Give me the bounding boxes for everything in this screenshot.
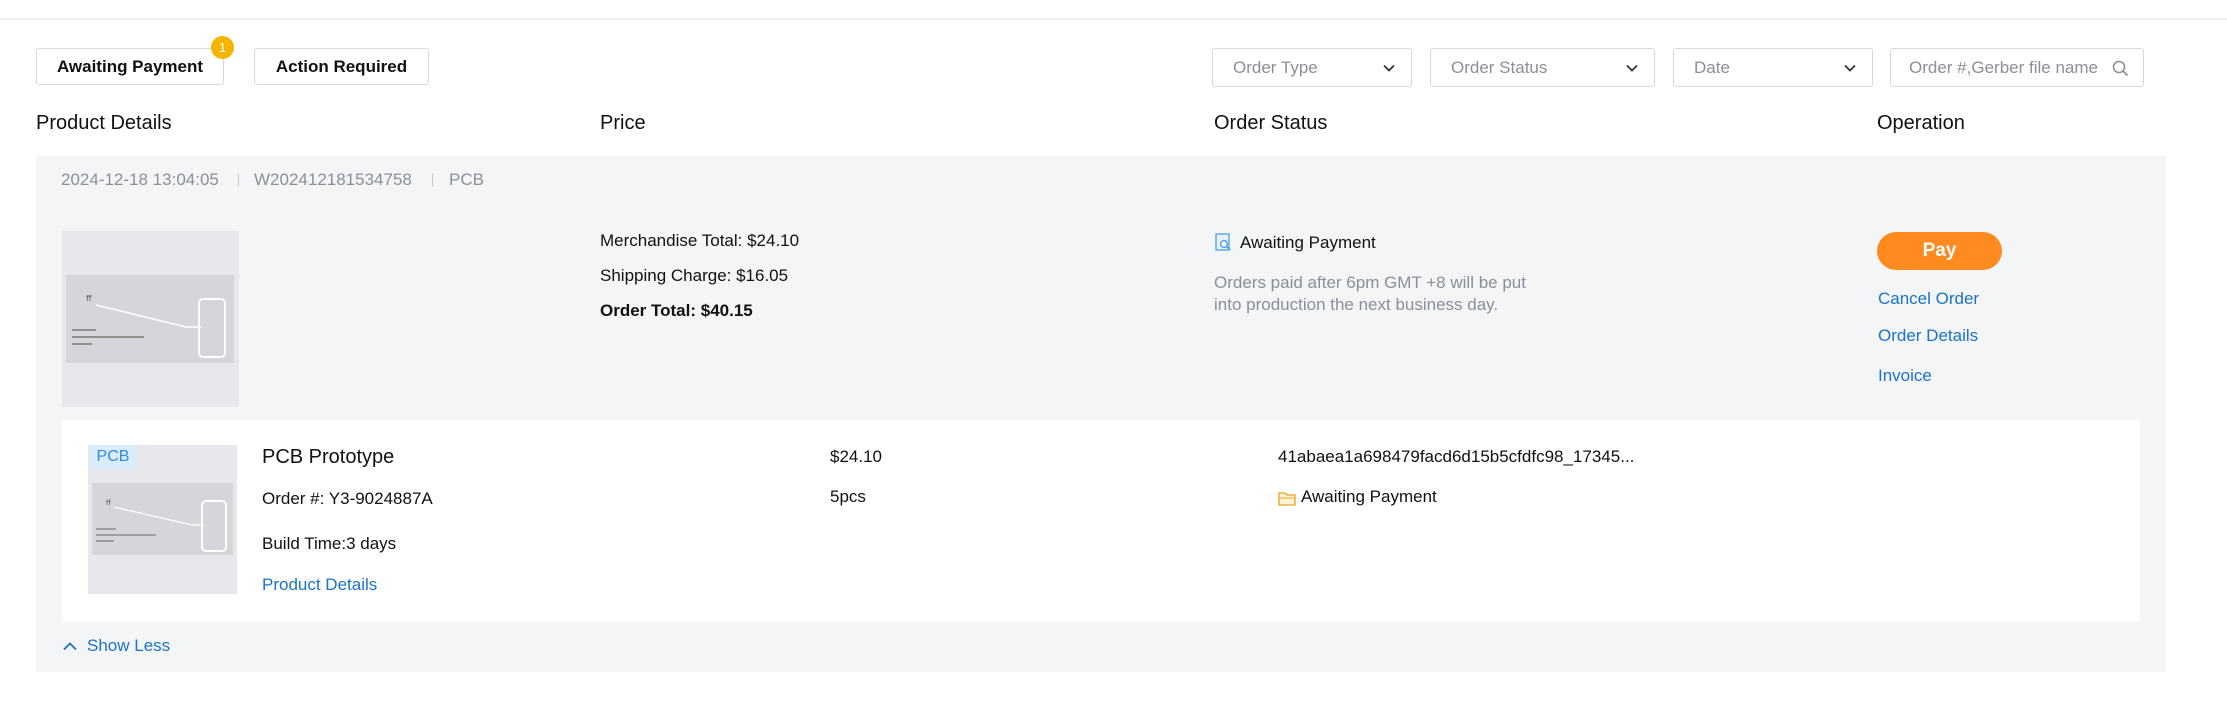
order-type-select-label: Order Type bbox=[1233, 57, 1318, 77]
column-header-order-status: Order Status bbox=[1214, 112, 1328, 134]
order-details-link[interactable]: Order Details bbox=[1878, 326, 1978, 346]
order-status-text: Awaiting Payment bbox=[1240, 233, 1376, 252]
tab-action-required[interactable]: Action Required bbox=[254, 48, 429, 85]
chevron-down-icon bbox=[1383, 64, 1395, 72]
item-status-text: Awaiting Payment bbox=[1301, 487, 1437, 506]
tab-action-required-label: Action Required bbox=[275, 56, 408, 76]
meta-divider bbox=[238, 173, 239, 187]
tab-awaiting-payment[interactable]: Awaiting Payment bbox=[36, 48, 224, 85]
invoice-link[interactable]: Invoice bbox=[1878, 366, 1932, 386]
folder-status-icon bbox=[1278, 492, 1296, 506]
order-datetime: 2024-12-18 13:04:05 bbox=[61, 170, 219, 189]
order-type-select[interactable]: Order Type bbox=[1212, 48, 1412, 87]
chevron-down-icon bbox=[1844, 64, 1856, 72]
order-search-input[interactable] bbox=[1909, 58, 2105, 78]
pcb-trace-graphic: ff bbox=[96, 499, 227, 552]
order-category: PCB bbox=[449, 170, 484, 189]
svg-text:ff: ff bbox=[86, 294, 92, 303]
status-note-line-2: into production the next business day. bbox=[1214, 295, 1499, 314]
pcb-board-image: ff bbox=[92, 483, 233, 555]
date-select[interactable]: Date bbox=[1673, 48, 1873, 87]
order-total: Order Total: $40.15 bbox=[600, 301, 753, 320]
search-icon[interactable] bbox=[2112, 60, 2129, 77]
awaiting-payment-status-icon bbox=[1215, 233, 1231, 251]
item-build-time: Build Time:3 days bbox=[262, 534, 397, 553]
order-status-select[interactable]: Order Status bbox=[1430, 48, 1655, 87]
item-price: $24.10 bbox=[830, 447, 882, 466]
item-quantity: 5pcs bbox=[830, 487, 866, 506]
order-status-select-label: Order Status bbox=[1451, 57, 1548, 77]
column-header-operation: Operation bbox=[1877, 112, 1965, 134]
column-header-price: Price bbox=[600, 112, 646, 134]
show-less-toggle[interactable]: Show Less bbox=[62, 636, 170, 656]
chevron-up-icon bbox=[63, 642, 77, 651]
pay-button[interactable]: Pay bbox=[1877, 232, 2002, 270]
show-less-label: Show Less bbox=[87, 636, 171, 655]
top-divider bbox=[0, 0, 2227, 20]
item-order-number: Order #: Y3-9024887A bbox=[262, 489, 433, 508]
order-number: W202412181534758 bbox=[254, 170, 412, 189]
date-select-label: Date bbox=[1694, 57, 1730, 77]
shipping-charge: Shipping Charge: $16.05 bbox=[600, 266, 789, 285]
meta-divider bbox=[432, 173, 433, 187]
tab-awaiting-payment-label: Awaiting Payment bbox=[56, 56, 204, 76]
chevron-down-icon bbox=[1626, 64, 1638, 72]
pcb-tag: PCB bbox=[90, 445, 136, 469]
order-search-box[interactable] bbox=[1890, 48, 2144, 87]
svg-text:ff: ff bbox=[106, 499, 111, 507]
order-product-thumbnail[interactable]: ff bbox=[62, 231, 239, 407]
column-header-product-details: Product Details bbox=[36, 112, 172, 134]
item-name: PCB Prototype bbox=[262, 446, 395, 468]
pcb-trace-graphic: ff bbox=[72, 294, 226, 358]
awaiting-payment-count-badge: 1 bbox=[211, 36, 234, 59]
product-details-link[interactable]: Product Details bbox=[262, 575, 377, 595]
pcb-board-image: ff bbox=[66, 275, 234, 363]
merchandise-total: Merchandise Total: $24.10 bbox=[600, 231, 800, 250]
gerber-file-name: 41abaea1a698479facd6d15b5cfdfc98_17345..… bbox=[1278, 447, 1635, 466]
cancel-order-link[interactable]: Cancel Order bbox=[1878, 289, 1979, 309]
status-note-line-1: Orders paid after 6pm GMT +8 will be put bbox=[1214, 273, 1526, 292]
